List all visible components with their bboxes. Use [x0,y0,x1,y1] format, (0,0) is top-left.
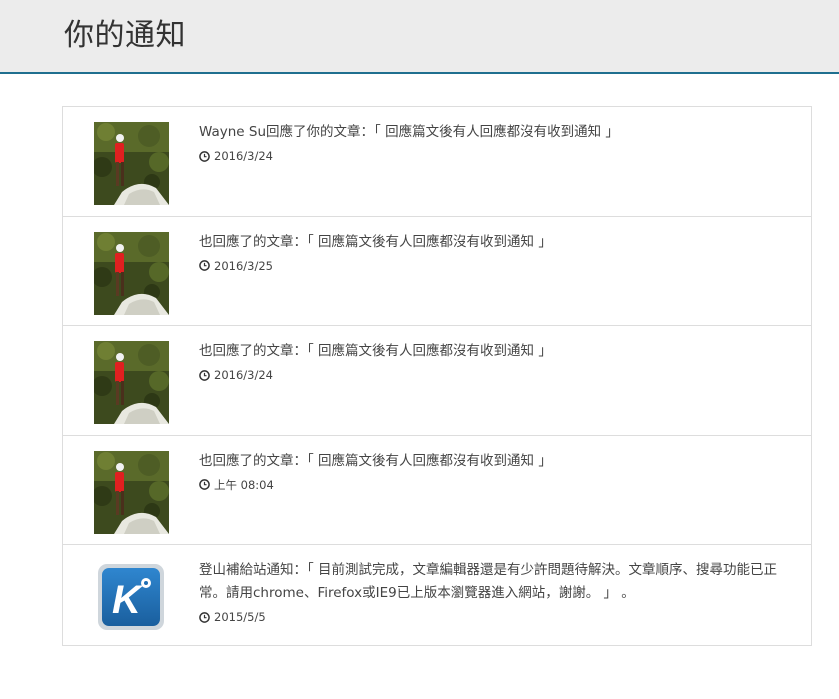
hiker-photo-icon [94,122,169,205]
notification-time: 2015/5/5 [199,609,803,625]
hiker-photo-icon [94,450,169,534]
notification-time: 上午 08:04 [199,477,803,493]
avatar[interactable] [94,122,169,205]
notification-date: 2016/3/24 [214,368,273,382]
notification-time: 2016/3/25 [199,258,803,274]
site-logo-k-icon: K [98,564,164,630]
clock-icon [199,611,210,623]
svg-text:K: K [112,578,144,622]
clock-icon [199,150,210,162]
page-header: 你的通知 [0,0,839,74]
avatar[interactable]: K [94,553,169,636]
notification-item[interactable]: 也回應了的文章：「 回應篇文後有人回應都沒有收到通知 」 2016/3/25 [63,217,811,326]
notification-item[interactable]: Wayne Su回應了你的文章：「 回應篇文後有人回應都沒有收到通知 」 201… [63,107,811,217]
avatar[interactable] [94,341,169,424]
notification-item[interactable]: K 登山補給站通知：「 目前測試完成，文章編輯器還是有少許問題待解決。文章順序、… [63,545,811,645]
hiker-photo-icon [94,231,169,315]
clock-icon [199,369,210,381]
avatar[interactable] [94,450,169,534]
notification-message: 也回應了的文章：「 回應篇文後有人回應都沒有收到通知 」 [199,452,552,469]
page-title: 你的通知 [64,18,186,53]
notification-date: 2015/5/5 [214,610,266,624]
notification-message: 也回應了的文章：「 回應篇文後有人回應都沒有收到通知 」 [199,343,552,359]
notification-list: Wayne Su回應了你的文章：「 回應篇文後有人回應都沒有收到通知 」 201… [62,106,812,646]
notification-item[interactable]: 也回應了的文章：「 回應篇文後有人回應都沒有收到通知 」 2016/3/24 [63,326,811,436]
notification-time: 2016/3/24 [199,367,803,383]
notification-date: 上午 08:04 [214,477,274,492]
avatar[interactable] [94,231,169,315]
hiker-photo-icon [94,341,169,424]
notification-date: 2016/3/25 [214,258,273,273]
notification-date: 2016/3/24 [214,149,273,163]
notification-time: 2016/3/24 [199,148,803,164]
notification-message: 登山補給站通知：「 目前測試完成，文章編輯器還是有少許問題待解決。文章順序、搜尋… [199,562,778,601]
notification-item[interactable]: 也回應了的文章：「 回應篇文後有人回應都沒有收到通知 」 上午 08:04 [63,436,811,545]
clock-icon [199,479,210,490]
notification-message: Wayne Su回應了你的文章：「 回應篇文後有人回應都沒有收到通知 」 [199,124,619,140]
notification-message: 也回應了的文章：「 回應篇文後有人回應都沒有收到通知 」 [199,233,552,250]
clock-icon [199,260,210,271]
